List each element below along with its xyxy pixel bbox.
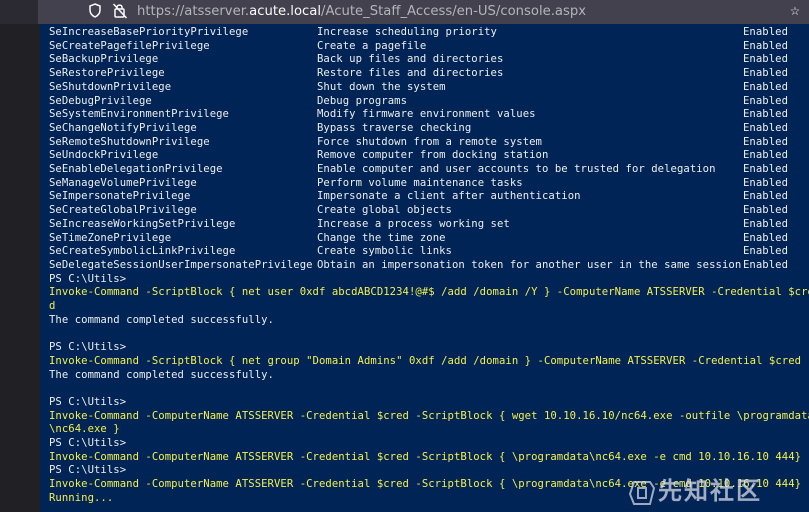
watermark-text: 先知社区: [658, 477, 762, 505]
privilege-name: SeShutdownPrivilege: [49, 80, 172, 93]
command-line: d: [49, 300, 56, 312]
privilege-description: Create global objects: [317, 204, 452, 217]
privilege-description: Remove computer from docking station: [317, 149, 549, 162]
privilege-name: SeUndockPrivilege: [49, 149, 159, 162]
command-line: Invoke-Command -ScriptBlock { net user 0…: [49, 286, 809, 299]
privilege-state: Enabled: [743, 163, 788, 175]
privilege-state: Enabled: [743, 26, 788, 38]
privilege-state: Enabled: [743, 231, 788, 244]
page-margin: [0, 24, 40, 512]
bookmark-star-icon[interactable]: ☆: [786, 1, 804, 19]
privilege-state: Enabled: [743, 53, 788, 66]
privilege-description: Perform volume maintenance tasks: [317, 176, 523, 189]
privilege-description: Impersonate a client after authenticatio…: [317, 190, 581, 203]
privilege-description: Obtain an impersonation token for anothe…: [317, 258, 742, 271]
command-line: \nc64.exe }: [49, 423, 120, 436]
url-scheme-prefix: https://atsserver.: [137, 4, 250, 19]
privilege-name: SeCreateGlobalPrivilege: [49, 204, 197, 217]
privilege-state: Enabled: [743, 67, 788, 80]
privilege-name: SeBackupPrivilege: [49, 53, 159, 66]
privilege-state: Enabled: [743, 245, 788, 258]
command-line: Invoke-Command -ComputerName ATSSERVER -…: [49, 450, 802, 463]
privilege-state: Enabled: [743, 94, 788, 107]
privilege-description: Back up files and directories: [317, 53, 504, 66]
url-text[interactable]: https://atsserver.acute.local/Acute_Staf…: [137, 3, 586, 21]
privilege-name: SeRestorePrivilege: [49, 67, 165, 80]
privilege-state: Enabled: [743, 39, 788, 52]
privilege-state: Enabled: [743, 258, 788, 271]
privilege-state: Enabled: [743, 149, 788, 162]
privilege-state: Enabled: [743, 80, 788, 93]
privilege-name: SeManageVolumePrivilege: [49, 176, 197, 189]
privilege-description: Bypass traverse checking: [317, 121, 472, 134]
privilege-name: SeChangeNotifyPrivilege: [49, 121, 197, 134]
privilege-description: Debug programs: [317, 94, 407, 107]
privilege-name: SeRemoteShutdownPrivilege: [49, 135, 210, 148]
privilege-state: Enabled: [743, 121, 788, 134]
output-line: The command completed successfully.: [49, 368, 274, 381]
ps-prompt: PS C:\Utils>: [49, 464, 127, 477]
privilege-state: Enabled: [743, 176, 788, 189]
command-line: Running...: [49, 491, 114, 504]
privilege-description: Force shutdown from a remote system: [317, 135, 542, 148]
privilege-description: Restore files and directories: [317, 67, 504, 80]
privilege-description: Create symbolic links: [317, 245, 452, 258]
privilege-name: SeDelegateSessionUserImpersonatePrivileg…: [49, 258, 313, 271]
powershell-console[interactable]: SeIncreaseBasePriorityPrivilege Increase …: [40, 24, 809, 512]
ps-prompt: PS C:\Utils>: [49, 437, 127, 449]
privilege-state: Enabled: [743, 204, 788, 217]
privilege-name: SeCreatePagefilePrivilege: [49, 39, 210, 52]
url-host: acute.local: [249, 4, 322, 19]
privilege-state: Enabled: [743, 135, 788, 148]
privilege-description: Shut down the system: [317, 80, 446, 93]
ps-prompt: PS C:\Utils>: [49, 341, 127, 354]
privilege-name: SeIncreaseWorkingSetPrivilege: [49, 217, 236, 230]
privilege-description: Increase a process working set: [317, 217, 510, 230]
privilege-description: Change the time zone: [317, 231, 446, 244]
privilege-description: Modify firmware environment values: [317, 108, 536, 121]
url-path: /Acute_Staff_Access/en-US/console.aspx: [321, 4, 587, 19]
command-line: Invoke-Command -ComputerName ATSSERVER -…: [49, 409, 809, 422]
ps-prompt: PS C:\Utils>: [49, 395, 127, 408]
privilege-name: SeEnableDelegationPrivilege: [49, 163, 223, 175]
command-line: Invoke-Command -ScriptBlock { net group …: [49, 354, 802, 367]
privilege-name: SeDebugPrivilege: [49, 94, 152, 107]
privilege-state: Enabled: [743, 108, 788, 121]
insecure-lock-icon[interactable]: [112, 2, 128, 19]
browser-toolbar: https://atsserver.acute.local/Acute_Staf…: [0, 0, 809, 24]
privilege-description: Enable computer and user accounts to be …: [317, 163, 716, 175]
ps-prompt: PS C:\Utils>: [49, 272, 127, 285]
privilege-name: SeImpersonatePrivilege: [49, 190, 191, 203]
privilege-name: SeSystemEnvironmentPrivilege: [49, 108, 229, 121]
privilege-description: Increase scheduling priority: [317, 26, 497, 38]
privilege-name: SeTimeZonePrivilege: [49, 231, 172, 244]
privilege-name: SeIncreaseBasePriorityPrivilege: [49, 26, 249, 38]
privilege-description: Create a pagefile: [317, 39, 427, 52]
privilege-state: Enabled: [743, 190, 788, 203]
privilege-state: Enabled: [743, 217, 788, 230]
privilege-name: SeCreateSymbolicLinkPrivilege: [49, 245, 236, 258]
tracking-protection-shield-icon[interactable]: [89, 3, 101, 18]
output-line: The command completed successfully.: [49, 313, 274, 326]
